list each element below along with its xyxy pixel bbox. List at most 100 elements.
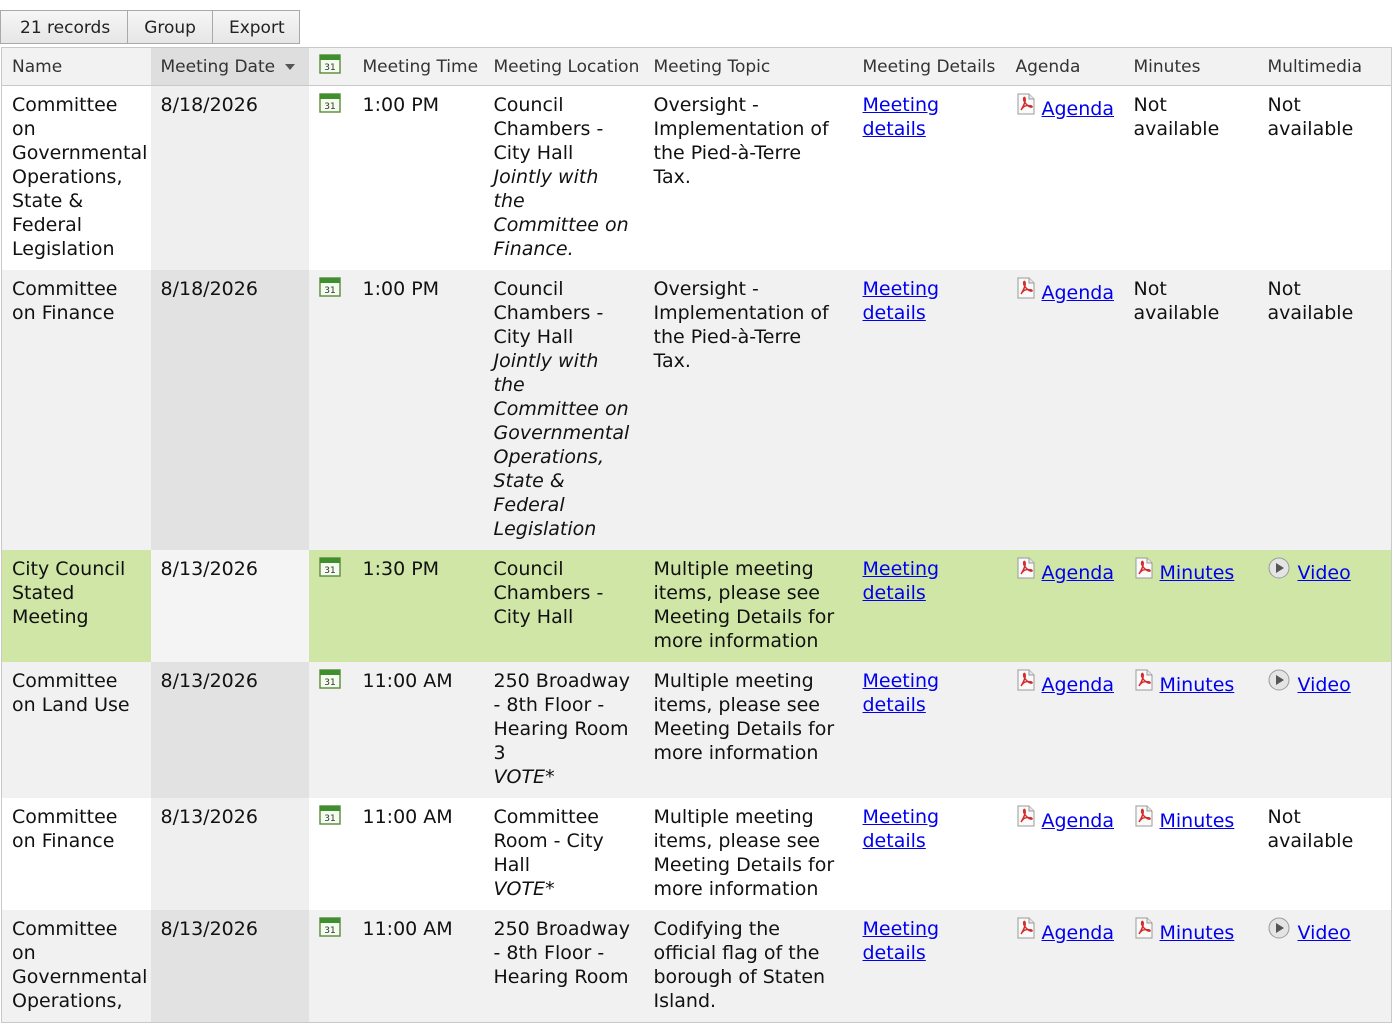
minutes-wrapper: Minutes bbox=[1134, 669, 1235, 697]
minutes-cell: Not available bbox=[1123, 85, 1258, 270]
meeting-details-link[interactable]: Meeting details bbox=[863, 278, 940, 324]
export-calendar-cell: 31 bbox=[308, 662, 353, 798]
meeting-location: 250 Broadway - 8th Floor - Hearing Room … bbox=[483, 662, 644, 798]
meeting-name: City Council Stated Meeting bbox=[1, 550, 151, 662]
svg-text:31: 31 bbox=[324, 102, 335, 112]
meeting-date: 8/13/2026 bbox=[150, 550, 309, 662]
pdf-icon bbox=[1016, 917, 1042, 941]
meeting-name: Committee on Land Use bbox=[1, 662, 151, 798]
meeting-details-link[interactable]: Meeting details bbox=[863, 918, 940, 964]
location-text: 250 Broadway - 8th Floor - Hearing Room … bbox=[493, 670, 631, 764]
column-header-multimedia[interactable]: Multimedia bbox=[1257, 47, 1392, 86]
svg-text:31: 31 bbox=[324, 926, 335, 936]
agenda-cell: Agenda bbox=[1005, 910, 1124, 1023]
column-header-meeting-topic[interactable]: Meeting Topic bbox=[643, 47, 853, 86]
records-count-button[interactable]: 21 records bbox=[0, 10, 129, 44]
agenda-link[interactable]: Agenda bbox=[1042, 93, 1115, 121]
minutes-link[interactable]: Minutes bbox=[1160, 805, 1235, 833]
agenda-link[interactable]: Agenda bbox=[1042, 917, 1115, 945]
pdf-icon bbox=[1016, 93, 1042, 117]
meeting-time: 1:00 PM bbox=[352, 85, 484, 270]
meeting-details-link[interactable]: Meeting details bbox=[863, 558, 940, 604]
calendar-icon[interactable]: 31 bbox=[318, 917, 341, 942]
video-link[interactable]: Video bbox=[1298, 917, 1351, 945]
table-row: Committee on Finance 8/18/2026 31 1:00 P… bbox=[1, 270, 1392, 550]
meetings-table: Name Meeting Date 31 Meeting Time Meetin… bbox=[1, 47, 1392, 1023]
video-link[interactable]: Video bbox=[1298, 669, 1351, 697]
column-header-meeting-date[interactable]: Meeting Date bbox=[150, 47, 309, 86]
agenda-link[interactable]: Agenda bbox=[1042, 805, 1115, 833]
location-text: Council Chambers - City Hall bbox=[493, 558, 604, 628]
meeting-details-link[interactable]: Meeting details bbox=[863, 806, 940, 852]
meeting-date: 8/13/2026 bbox=[150, 910, 309, 1023]
agenda-link[interactable]: Agenda bbox=[1042, 277, 1115, 305]
export-calendar-cell: 31 bbox=[308, 550, 353, 662]
export-calendar-cell: 31 bbox=[308, 85, 353, 270]
location-text: Committee Room - City Hall bbox=[493, 806, 604, 876]
multimedia-cell: Video bbox=[1257, 910, 1392, 1023]
meeting-topic: Multiple meeting items, please see Meeti… bbox=[643, 798, 853, 910]
meeting-name: Committee on Governmental Operations, bbox=[1, 910, 151, 1023]
svg-text:31: 31 bbox=[324, 286, 335, 296]
pdf-icon bbox=[1016, 669, 1042, 693]
column-header-meeting-details[interactable]: Meeting Details bbox=[852, 47, 1006, 86]
video-link[interactable]: Video bbox=[1298, 557, 1351, 585]
calendar-icon[interactable]: 31 bbox=[318, 669, 341, 694]
video-wrapper: Video bbox=[1268, 557, 1351, 585]
calendar-icon[interactable]: 31 bbox=[318, 557, 341, 582]
meeting-details-cell: Meeting details bbox=[852, 798, 1006, 910]
export-button[interactable]: Export bbox=[211, 10, 300, 44]
calendar-icon[interactable]: 31 bbox=[318, 277, 341, 302]
minutes-not-available: Not available bbox=[1133, 94, 1220, 140]
multimedia-not-available: Not available bbox=[1267, 806, 1354, 852]
video-play-icon bbox=[1268, 669, 1298, 693]
agenda-cell: Agenda bbox=[1005, 270, 1124, 550]
meeting-location: Council Chambers - City Hall bbox=[483, 550, 644, 662]
agenda-wrapper: Agenda bbox=[1016, 93, 1115, 121]
minutes-cell: Minutes bbox=[1123, 910, 1258, 1023]
agenda-link[interactable]: Agenda bbox=[1042, 557, 1115, 585]
multimedia-cell: Not available bbox=[1257, 798, 1392, 910]
column-header-meeting-location[interactable]: Meeting Location bbox=[483, 47, 644, 86]
meeting-location: Committee Room - City Hall VOTE* bbox=[483, 798, 644, 910]
agenda-wrapper: Agenda bbox=[1016, 277, 1115, 305]
minutes-cell: Minutes bbox=[1123, 662, 1258, 798]
minutes-link[interactable]: Minutes bbox=[1160, 669, 1235, 697]
minutes-wrapper: Minutes bbox=[1134, 557, 1235, 585]
meeting-details-link[interactable]: Meeting details bbox=[863, 670, 940, 716]
export-calendar-cell: 31 bbox=[308, 270, 353, 550]
video-wrapper: Video bbox=[1268, 669, 1351, 697]
meeting-location: 250 Broadway - 8th Floor - Hearing Room bbox=[483, 910, 644, 1023]
column-header-name[interactable]: Name bbox=[1, 47, 151, 86]
column-header-agenda[interactable]: Agenda bbox=[1005, 47, 1124, 86]
minutes-link[interactable]: Minutes bbox=[1160, 917, 1235, 945]
agenda-link[interactable]: Agenda bbox=[1042, 669, 1115, 697]
pdf-icon bbox=[1134, 805, 1160, 829]
agenda-cell: Agenda bbox=[1005, 85, 1124, 270]
meeting-details-cell: Meeting details bbox=[852, 910, 1006, 1023]
pdf-icon bbox=[1016, 277, 1042, 301]
multimedia-not-available: Not available bbox=[1267, 278, 1354, 324]
minutes-link[interactable]: Minutes bbox=[1160, 557, 1235, 585]
group-button[interactable]: Group bbox=[127, 10, 213, 44]
multimedia-cell: Not available bbox=[1257, 85, 1392, 270]
meeting-time: 11:00 AM bbox=[352, 798, 484, 910]
column-header-minutes[interactable]: Minutes bbox=[1123, 47, 1258, 86]
meeting-time: 1:30 PM bbox=[352, 550, 484, 662]
meeting-details-cell: Meeting details bbox=[852, 270, 1006, 550]
meeting-location: Council Chambers - City Hall Jointly with… bbox=[483, 270, 644, 550]
calendar-icon[interactable]: 31 bbox=[318, 93, 341, 118]
multimedia-cell: Video bbox=[1257, 550, 1392, 662]
export-calendar-cell: 31 bbox=[308, 798, 353, 910]
location-text: 250 Broadway - 8th Floor - Hearing Room bbox=[493, 918, 631, 988]
column-header-meeting-time[interactable]: Meeting Time bbox=[352, 47, 484, 86]
agenda-cell: Agenda bbox=[1005, 550, 1124, 662]
meeting-topic: Oversight - Implementation of the Pied-à… bbox=[643, 270, 853, 550]
table-row: Committee on Governmental Operations, St… bbox=[1, 85, 1392, 270]
table-row: Committee on Land Use 8/13/2026 31 11:00… bbox=[1, 662, 1392, 798]
meeting-details-link[interactable]: Meeting details bbox=[863, 94, 940, 140]
meeting-date: 8/13/2026 bbox=[150, 662, 309, 798]
location-note: VOTE* bbox=[493, 766, 555, 788]
meeting-date: 8/18/2026 bbox=[150, 270, 309, 550]
calendar-icon[interactable]: 31 bbox=[318, 805, 341, 830]
